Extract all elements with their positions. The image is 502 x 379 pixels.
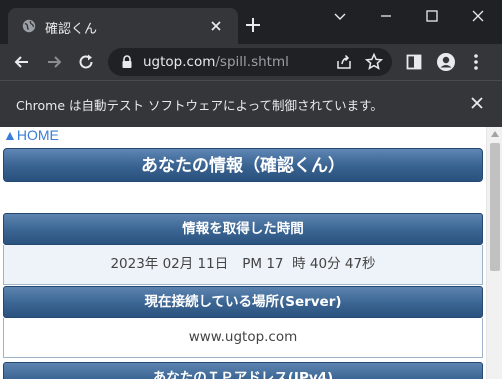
vertical-scrollbar[interactable] (486, 127, 502, 379)
maximize-icon[interactable] (422, 6, 442, 26)
close-window-icon[interactable] (468, 6, 488, 26)
scroll-up-arrow-icon[interactable] (491, 131, 499, 137)
automation-infobar: Chrome は自動テスト ソフトウェアによって制御されています。 (0, 80, 502, 127)
lock-icon[interactable] (120, 54, 134, 70)
globe-icon (22, 19, 36, 33)
forward-arrow-icon[interactable] (44, 52, 64, 72)
time-ampm: PM 17 (242, 256, 284, 272)
browser-titlebar: 確認くん (0, 0, 502, 44)
server-value: www.ugtop.com (3, 318, 483, 358)
more-menu-icon[interactable] (466, 52, 486, 72)
profile-avatar-icon[interactable] (436, 52, 456, 72)
page-viewport: ▲HOME あなたの情報（確認くん） 情報を取得した時間 2023年 02月 1… (0, 127, 502, 379)
browser-toolbar: ugtop.com/spill.shtml (0, 44, 502, 80)
retrieved-time-value: 2023年 02月 11日 PM 17 時 40分 47秒 (3, 245, 483, 285)
page-title: あなたの情報（確認くん） (3, 148, 483, 182)
back-arrow-icon[interactable] (12, 52, 32, 72)
home-link[interactable]: ▲HOME (3, 127, 59, 143)
close-tab-icon[interactable] (207, 17, 225, 35)
reload-icon[interactable] (76, 52, 96, 72)
bookmark-star-icon[interactable] (364, 52, 384, 72)
side-panel-icon[interactable] (404, 52, 424, 72)
new-tab-icon[interactable] (244, 16, 262, 34)
time-date: 2023年 02月 11日 (110, 256, 229, 272)
time-clock: 時 40分 47秒 (292, 256, 376, 272)
browser-tab[interactable]: 確認くん (8, 8, 238, 44)
minimize-icon[interactable] (376, 6, 396, 26)
infobar-message: Chrome は自動テスト ソフトウェアによって制御されています。 (16, 98, 383, 113)
url-path: /spill.shtml (215, 54, 289, 70)
chevron-down-icon[interactable] (330, 6, 350, 26)
url-host: ugtop.com (143, 54, 216, 70)
address-url: ugtop.com/spill.shtml (143, 54, 289, 70)
section-heading-server: 現在接続している場所(Server) (3, 286, 483, 318)
share-icon[interactable] (334, 52, 354, 72)
tab-title: 確認くん (45, 22, 98, 37)
scrollbar-thumb[interactable] (490, 143, 500, 271)
section-heading-time: 情報を取得した時間 (3, 213, 483, 245)
section-heading-ipv4: あなたのＩＰアドレス(IPv4) (3, 362, 483, 379)
close-infobar-icon[interactable] (468, 94, 486, 112)
